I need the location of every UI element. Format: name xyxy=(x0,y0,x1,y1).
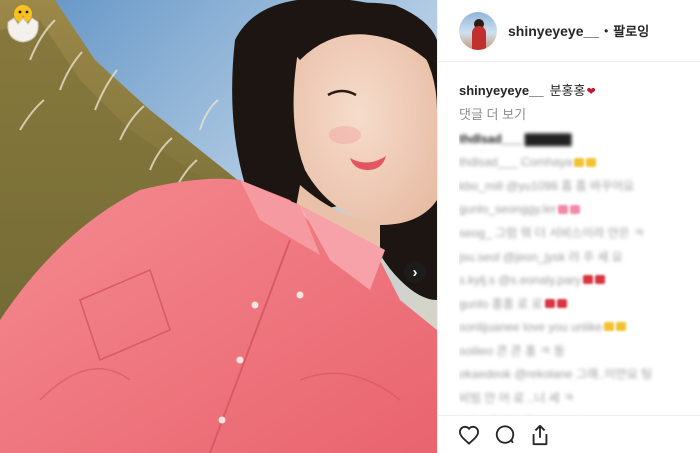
post-caption: shinyeyeye__ 분홍홍❤ xyxy=(459,80,596,99)
view-more-comments-link[interactable]: 댓글 더 보기 xyxy=(459,104,526,123)
emoji-icon xyxy=(570,204,581,214)
username-link[interactable]: shinyeyeye__ xyxy=(508,23,599,39)
hatching-chick-icon xyxy=(7,5,39,43)
comment-text: sonlijuanee love you unlike xyxy=(459,319,603,334)
comment-text: s.kylj.s @s.eonaly.pary xyxy=(459,272,581,287)
comment-item: seog_ 그럼 뭐 더 서비스이라 안은 ㅋ xyxy=(459,221,699,245)
comment-text: thdlsad___ Comhaya xyxy=(459,155,573,170)
following-button[interactable]: 팔로잉 xyxy=(613,21,649,40)
next-image-button[interactable]: › xyxy=(404,261,426,283)
comment-text: 비빔 안 어 로 ..너 세 ㅋ xyxy=(459,390,574,405)
comment-text: kbo_mill @yu1098 흠 흠 바꾸어요 xyxy=(459,179,635,194)
comment-bubble-icon[interactable] xyxy=(494,424,516,446)
emoji-icon xyxy=(556,298,567,308)
emoji-icon xyxy=(558,204,569,214)
post-photo[interactable]: › xyxy=(0,0,437,453)
separator-dot: • xyxy=(604,23,609,38)
post-sidebar: shinyeyeye__ • 팔로잉 shinyeyeye__ 분홍홍❤ 댓글 더… xyxy=(437,0,700,453)
comment-item: kbo_mill @yu1098 흠 흠 바꾸어요 xyxy=(459,174,699,198)
comment-text: thdlsad___ ▇▇▇▇▇ xyxy=(459,131,572,146)
comment-text: soilieo 콘 콘 홍 ㅋ 등 xyxy=(459,343,565,358)
broken-heart-icon: ❤ xyxy=(586,86,596,98)
comment-item: s.kylj.s @s.eonaly.pary xyxy=(459,268,699,292)
emoji-icon xyxy=(604,322,615,332)
heart-outline-icon[interactable] xyxy=(458,425,480,445)
caption-username[interactable]: shinyeyeye__ xyxy=(459,83,544,98)
share-upload-icon[interactable] xyxy=(530,424,550,446)
emoji-icon xyxy=(616,322,627,332)
chevron-right-icon: › xyxy=(412,263,418,281)
emoji-icon xyxy=(544,298,555,308)
photo-illustration xyxy=(0,0,437,453)
emoji-icon xyxy=(574,157,585,167)
comment-text: seog_ 그럼 뭐 더 서비스이라 안은 ㅋ xyxy=(459,226,645,241)
comment-text: gunlo_seonggy.ler xyxy=(459,202,557,217)
comment-list: thdlsad___ ▇▇▇▇▇ thdlsad___ Comhaya kbo_mi… xyxy=(459,127,699,417)
comment-item: jsu.seol @jeon_jysk 러 주 세 요 xyxy=(459,245,699,269)
comment-item: okaedeok @rekolane 그래..이만요 팅 xyxy=(459,362,699,386)
comment-item: soilieo 콘 콘 홍 ㅋ 등 xyxy=(459,339,699,363)
comment-text: okaedeok @rekolane 그래..이만요 팅 xyxy=(459,367,653,382)
comment-item: thdlsad___ Comhaya xyxy=(459,151,699,175)
comment-text: gunlo 홍홍 로 로 xyxy=(459,296,543,311)
comment-item: thdlsad___ ▇▇▇▇▇ xyxy=(459,127,699,151)
caption-text: 분홍홍 xyxy=(549,83,586,98)
action-bar xyxy=(438,415,700,453)
comment-item: gunlo_seonggy.ler xyxy=(459,198,699,222)
comment-item: sonlijuanee love you unlike xyxy=(459,315,699,339)
comment-text: jsu.seol @jeon_jysk 러 주 세 요 xyxy=(459,249,623,264)
avatar[interactable] xyxy=(459,11,497,50)
emoji-icon xyxy=(583,275,593,285)
emoji-icon xyxy=(586,157,597,167)
emoji-icon xyxy=(595,275,605,285)
comment-item: gunlo 홍홍 로 로 xyxy=(459,292,699,316)
post-header: shinyeyeye__ • 팔로잉 xyxy=(438,0,700,62)
comment-item: 비빔 안 어 로 ..너 세 ㅋ xyxy=(459,386,699,410)
